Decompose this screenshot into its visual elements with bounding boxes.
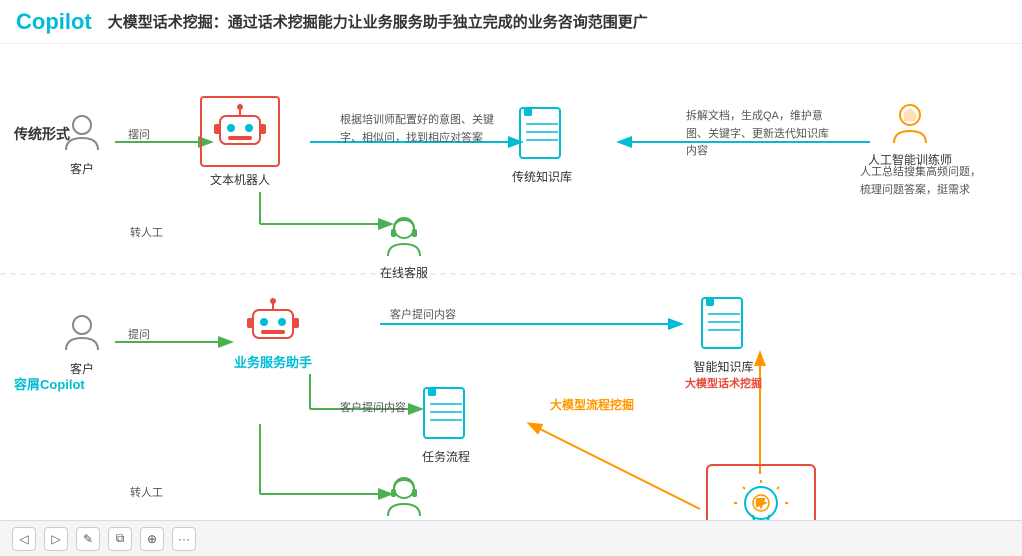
transfer1-label: 转人工 [130, 224, 163, 240]
online-service1-icon [380, 212, 428, 260]
header: Copilot 大模型话术挖掘：通过话术挖掘能力让业务服务助手独立完成的业务咨询… [0, 0, 1022, 44]
text-robot-label: 文本机器人 [210, 171, 270, 188]
traditional-kb-node: 传统知识库 [512, 104, 572, 185]
customer2-icon [60, 312, 104, 356]
online-service2-icon [380, 472, 428, 520]
customer1-label: 客户 [70, 160, 94, 177]
toolbar: ◁ ▷ ✎ ⧉ ⊕ ··· [0, 520, 1022, 556]
kb-desc: 拆解文档，生成QA，维护意图、关键字、更新迭代知识库内容 [686, 108, 836, 161]
main-canvas: 传统形式 容屑Copilot 客户 摆问 [0, 44, 1022, 556]
customer1-icon [60, 112, 104, 156]
robot-desc: 根据培训师配置好的意图、关键字、相似问，找到相应对答案 [340, 112, 500, 147]
toolbar-btn-edit[interactable]: ✎ [76, 527, 100, 551]
toolbar-btn-more[interactable]: ··· [172, 527, 196, 551]
customer2-label: 客户 [70, 360, 94, 377]
header-title: 大模型话术挖掘：通过话术挖掘能力让业务服务助手独立完成的业务咨询范围更广 [108, 11, 648, 32]
biz-assistant-node: 业务服务助手 [234, 298, 312, 371]
ai-trainer-node: 人工智能训练师 [868, 99, 952, 168]
biz-assistant-label: 业务服务助手 [234, 352, 312, 371]
customer-q1-label: 客户提问内容 [390, 306, 456, 322]
toolbar-btn-back[interactable]: ◁ [12, 527, 36, 551]
task-flow-label: 任务流程 [422, 448, 470, 465]
ask2-label: 提问 [128, 326, 150, 342]
toolbar-btn-zoom[interactable]: ⊕ [140, 527, 164, 551]
llm-flow-mining-label: 大模型流程挖掘 [550, 396, 634, 413]
task-flow-node: 任务流程 [420, 384, 472, 465]
toolbar-btn-copy[interactable]: ⧉ [108, 527, 132, 551]
ai-trainer-desc: 人工总结搜集高频问题，梳理问题答案，挺需求 [860, 164, 990, 199]
ask1-label: 摆问 [128, 126, 150, 142]
smart-kb-node: 智能知识库 大模型话术挖掘 [685, 294, 762, 391]
traditional-kb-label: 传统知识库 [512, 168, 572, 185]
traditional-kb-icon [516, 104, 568, 164]
toolbar-btn-forward[interactable]: ▷ [44, 527, 68, 551]
online-service1-node: 在线客服 [380, 212, 428, 281]
task-flow-icon [420, 384, 472, 444]
online-service1-label: 在线客服 [380, 264, 428, 281]
llm-term-mining-label: 大模型话术挖掘 [685, 375, 762, 391]
smart-kb-icon [698, 294, 750, 354]
text-robot-box [200, 96, 280, 167]
customer-q2-label: 客户提问内容 [340, 399, 406, 415]
text-robot-node: 文本机器人 [200, 96, 280, 188]
smart-kb-label: 智能知识库 [693, 358, 753, 375]
biz-assistant-icon [245, 298, 301, 348]
customer2-node: 客户 [60, 312, 104, 377]
customer1-node: 客户 [60, 112, 104, 177]
robot-icon [212, 104, 268, 154]
transfer2-label: 转人工 [130, 484, 163, 500]
ai-trainer-icon [886, 99, 934, 147]
logo: Copilot [16, 9, 92, 35]
